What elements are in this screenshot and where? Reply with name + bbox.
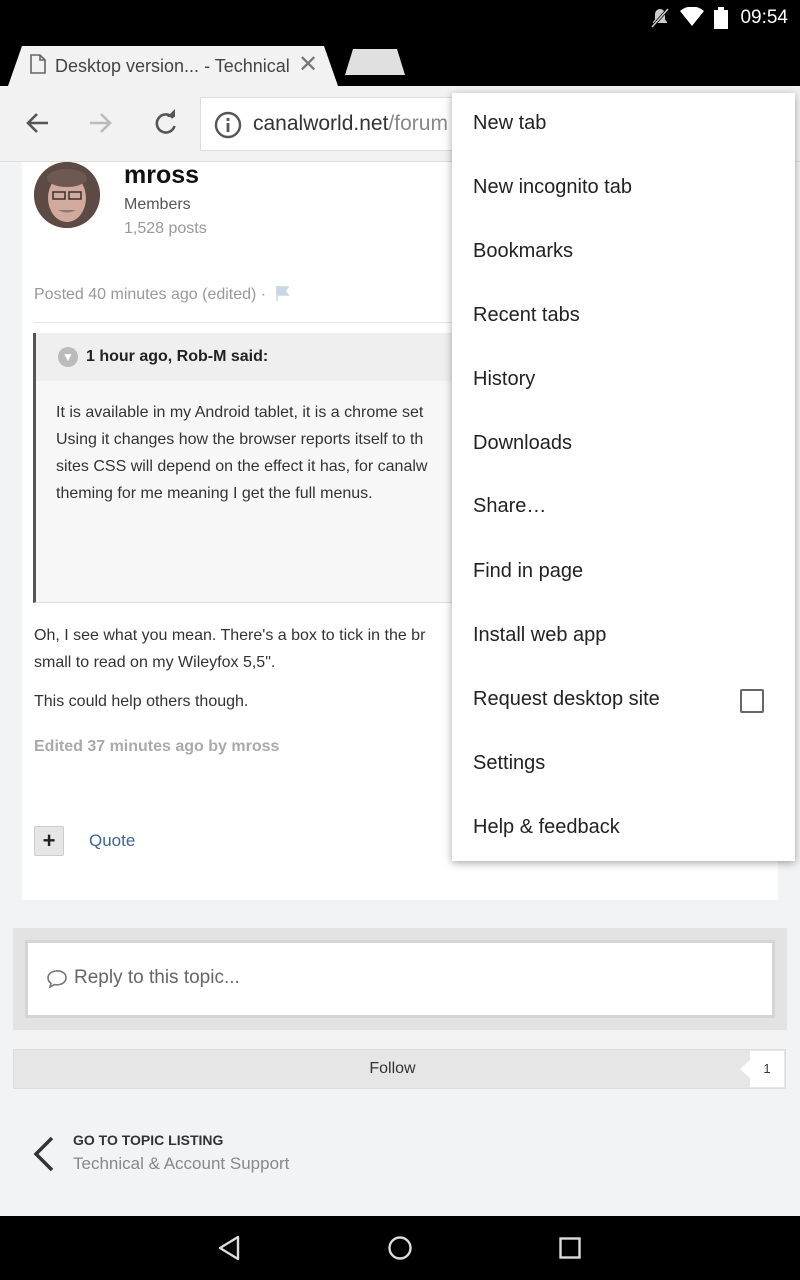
quote-block: ▼ 1 hour ago, Rob-M said: It is availabl… [33, 333, 463, 603]
menu-item-help-feedback[interactable]: Help & feedback [452, 797, 795, 861]
system-nav-bar [0, 1216, 800, 1280]
reply-placeholder: Reply to this topic... [74, 967, 240, 988]
recents-nav-icon[interactable] [556, 1234, 584, 1262]
menu-item-label: New incognito tab [473, 176, 632, 198]
new-tab-button[interactable] [345, 49, 405, 75]
reply-input[interactable]: Reply to this topic... [25, 940, 775, 1018]
back-arrow-icon[interactable] [24, 108, 50, 138]
posted-text: Posted 40 minutes ago (edited) · [34, 286, 267, 303]
post-body: Oh, I see what you mean. There's a box t… [34, 627, 426, 671]
report-flag-icon[interactable] [275, 285, 291, 301]
post-body-line: This could help others though. [34, 693, 249, 710]
quote-link[interactable]: Quote [89, 831, 135, 851]
add-reaction-button[interactable]: + [34, 826, 64, 856]
status-icons [650, 7, 728, 29]
home-nav-icon[interactable] [386, 1234, 414, 1262]
menu-item-history[interactable]: History [452, 349, 795, 413]
battery-icon [714, 7, 728, 29]
edited-note: Edited 37 minutes ago by mross [34, 738, 280, 755]
menu-item-label: Install web app [473, 624, 607, 646]
close-tab-icon[interactable]: ✕ [298, 50, 318, 79]
clock: 09:54 [740, 7, 788, 28]
menu-item-label: Bookmarks [473, 240, 574, 262]
menu-item-find-in-page[interactable]: Find in page [452, 541, 795, 605]
quote-text: It is available in my Android tablet, it… [56, 404, 428, 502]
menu-item-label: History [473, 368, 536, 390]
author-post-count: 1,528 posts [124, 220, 207, 237]
desktop-site-checkbox[interactable] [740, 689, 764, 713]
menu-item-bookmarks[interactable]: Bookmarks [452, 221, 795, 285]
mute-icon [650, 8, 670, 28]
tab-strip: Desktop version... - Technical ✕ [0, 36, 800, 86]
menu-item-label: Settings [473, 752, 546, 774]
tab-title: Desktop version... - Technical [55, 56, 289, 76]
browser-tab[interactable]: Desktop version... - Technical ✕ [8, 46, 338, 86]
menu-item-settings[interactable]: Settings [452, 733, 795, 797]
menu-item-label: Share… [473, 495, 547, 517]
divider [34, 322, 464, 323]
quote-header[interactable]: ▼ 1 hour ago, Rob-M said: [36, 333, 463, 381]
author-name[interactable]: mross [124, 161, 199, 190]
author-group: Members [124, 196, 191, 213]
avatar-image [34, 162, 100, 228]
menu-item-label: Recent tabs [473, 304, 580, 326]
reload-icon[interactable] [152, 108, 178, 138]
posted-time: Posted 40 minutes ago (edited) · [34, 285, 291, 304]
menu-item-new-tab[interactable]: New tab [452, 93, 795, 157]
menu-item-downloads[interactable]: Downloads [452, 413, 795, 477]
menu-item-label: Help & feedback [473, 816, 620, 838]
chevron-down-icon[interactable]: ▼ [58, 347, 78, 367]
url-text: canalworld.net/forum [253, 112, 448, 136]
menu-item-new-incognito-tab[interactable]: New incognito tab [452, 157, 795, 221]
quote-citation: 1 hour ago, Rob-M said: [86, 348, 269, 365]
url-host: canalworld.net [253, 112, 389, 135]
go-topic-heading: GO TO TOPIC LISTING [73, 1132, 224, 1148]
back-nav-icon[interactable] [216, 1234, 244, 1262]
url-path: /forum [388, 112, 448, 135]
comment-icon [47, 969, 67, 989]
menu-item-install-web-app[interactable]: Install web app [452, 605, 795, 669]
menu-item-label: Find in page [473, 560, 584, 582]
status-bar: 09:54 [0, 0, 800, 36]
go-topic-forum: Technical & Account Support [73, 1154, 290, 1173]
menu-item-request-desktop-site[interactable]: Request desktop site [452, 669, 795, 733]
overflow-menu: New tab New incognito tab Bookmarks Rece… [452, 93, 795, 861]
forward-arrow-icon[interactable] [88, 108, 114, 138]
wifi-icon [680, 7, 704, 26]
reply-area: Reply to this topic... [13, 928, 787, 1030]
menu-item-label: Request desktop site [473, 688, 660, 710]
avatar[interactable] [34, 162, 100, 228]
menu-item-share[interactable]: Share… [452, 476, 795, 540]
follower-count: 1 [740, 1051, 784, 1087]
follow-label: Follow [369, 1060, 416, 1077]
menu-item-label: New tab [473, 112, 547, 134]
menu-item-recent-tabs[interactable]: Recent tabs [452, 285, 795, 349]
menu-item-label: Downloads [473, 432, 572, 454]
chevron-left-icon [33, 1136, 54, 1172]
info-icon[interactable] [213, 110, 243, 140]
follow-button[interactable]: Follow 1 [13, 1049, 786, 1089]
page-icon [30, 54, 46, 74]
